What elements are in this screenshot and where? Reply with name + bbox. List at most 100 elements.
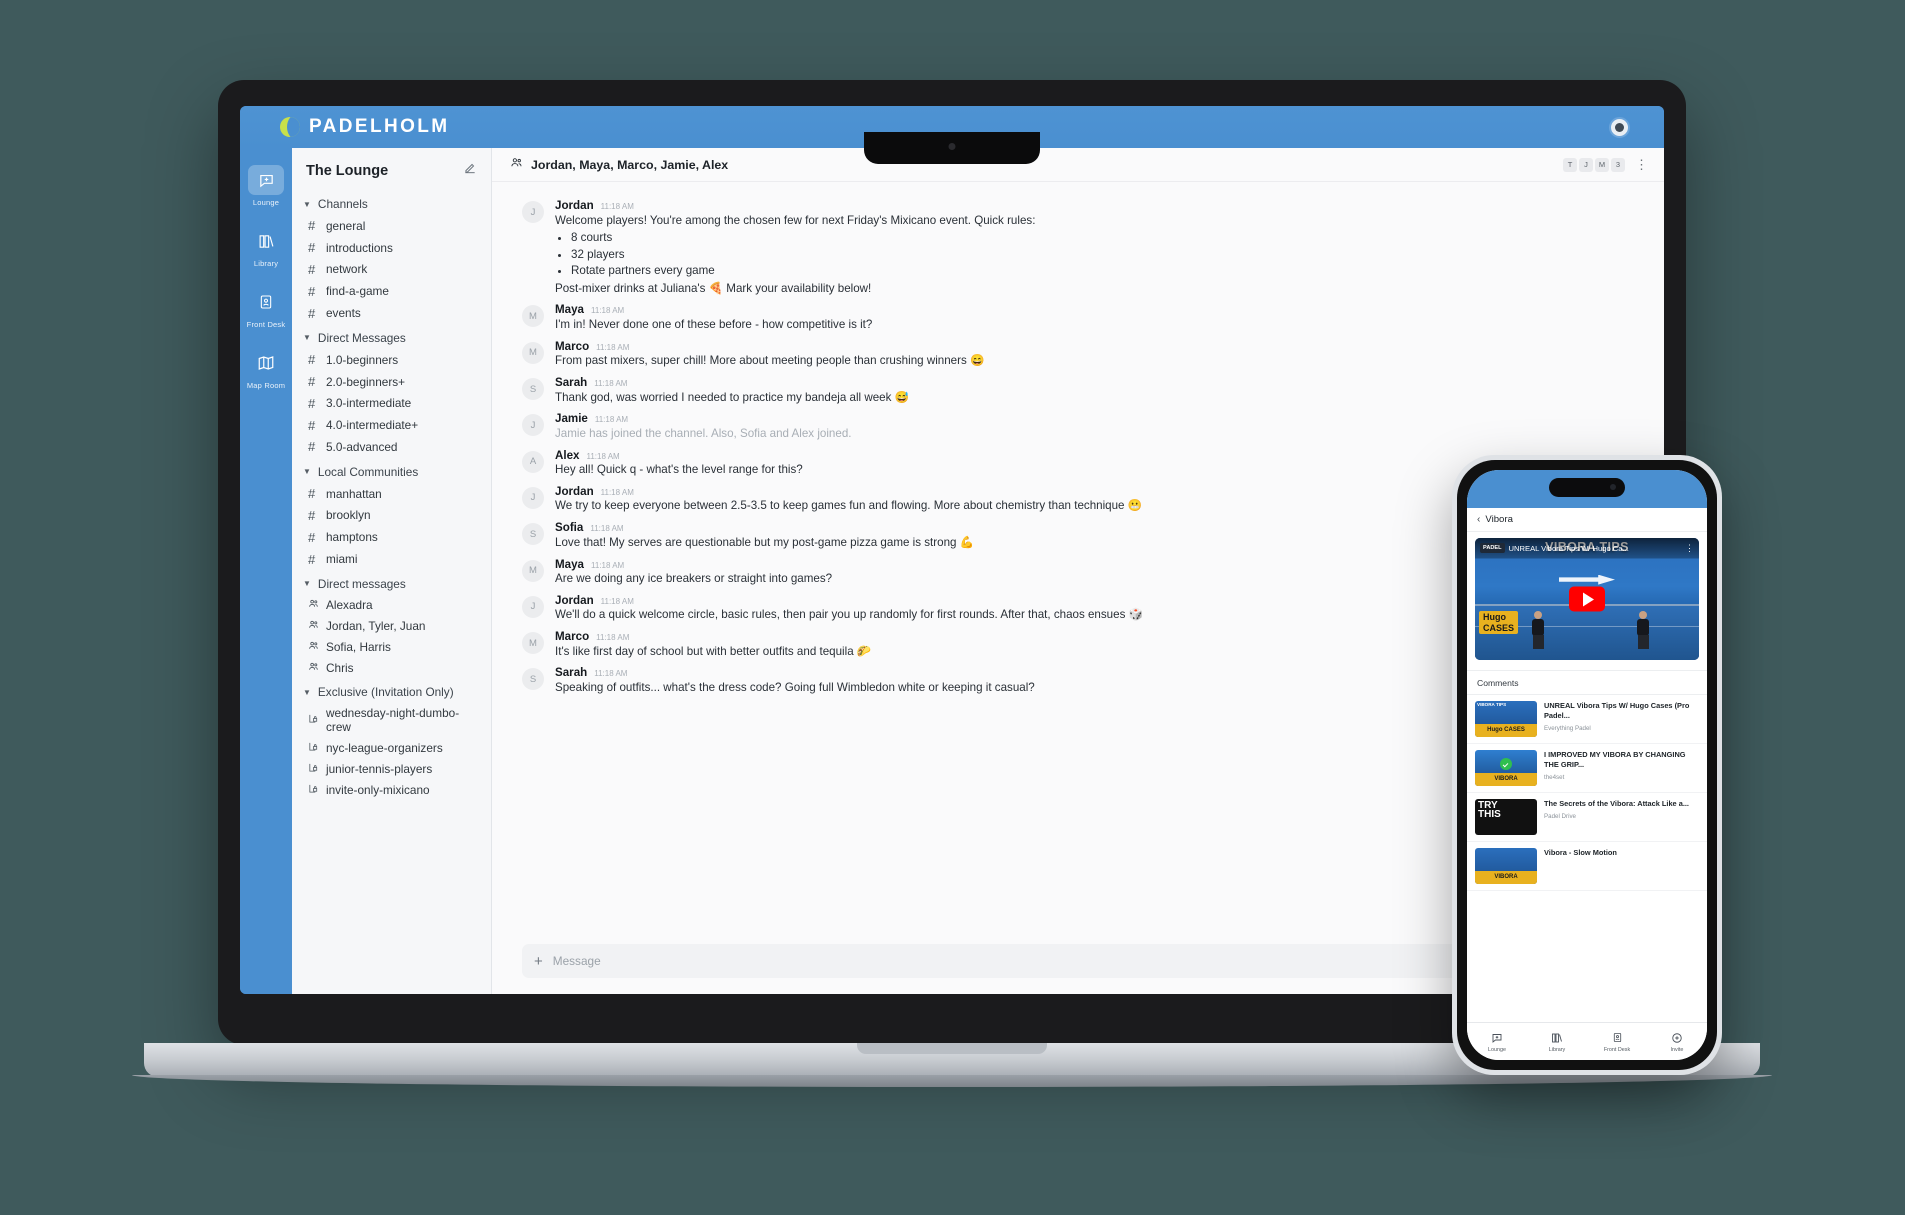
sidebar-item-3-0-intermediate[interactable]: #3.0-intermediate xyxy=(292,392,491,414)
facepile-item[interactable]: 3 xyxy=(1611,157,1625,172)
chevron-left-icon[interactable]: ‹ xyxy=(1477,514,1480,525)
sidebar-item-label: network xyxy=(326,262,368,277)
compose-icon[interactable] xyxy=(463,161,477,180)
avatar[interactable]: M xyxy=(522,341,544,364)
sidebar-item-label: invite-only-mixicano xyxy=(326,782,430,797)
sidebar-item-brooklyn[interactable]: # brooklyn xyxy=(292,505,491,527)
avatar[interactable]: S xyxy=(522,668,544,691)
message-meta: Jamie 11:18 AM xyxy=(555,412,851,425)
facepile[interactable]: TJM3 xyxy=(1563,157,1625,172)
message-text: Jamie has joined the channel. Also, Sofi… xyxy=(555,426,852,440)
message-author: Jordan xyxy=(555,484,594,498)
message-meta: Marco 11:18 AM xyxy=(555,340,984,353)
sidebar-group-header[interactable]: ▼ Channels xyxy=(292,190,491,215)
related-video-item[interactable]: TRY THIS The Secrets of the Vibora: Attack… xyxy=(1467,793,1707,842)
facepile-item[interactable]: J xyxy=(1579,157,1593,172)
sidebar-item-general[interactable]: # general xyxy=(292,215,491,237)
people-icon xyxy=(510,156,523,174)
message-meta: Jordan 11:18 AM xyxy=(555,199,1035,212)
workspace-title: The Lounge xyxy=(306,162,389,179)
thumbnail-band: VIBORA xyxy=(1475,871,1537,884)
hash-icon: # xyxy=(308,305,316,321)
sidebar-item-label: events xyxy=(326,306,361,321)
avatar[interactable]: S xyxy=(522,523,544,546)
tab-lounge[interactable]: Lounge xyxy=(1467,1030,1527,1053)
message-meta: Maya 11:18 AM xyxy=(555,558,832,571)
sidebar-item-introductions[interactable]: # introductions xyxy=(292,237,491,259)
message-bullets: 8 courts32 playersRotate partners every … xyxy=(555,230,1035,279)
sidebar-item-label: Sofia, Harris xyxy=(326,639,391,654)
avatar[interactable]: M xyxy=(522,559,544,582)
sidebar-item-wednesday-night-dumbo-crew[interactable]: wednesday-night-dumbo-crew xyxy=(292,703,491,738)
sidebar-group-header[interactable]: ▼ Local Communities xyxy=(292,458,491,483)
sidebar-item-chris[interactable]: Chris xyxy=(292,657,491,678)
rail-item-library[interactable]: Library xyxy=(240,221,292,272)
tab-invite[interactable]: Invite xyxy=(1647,1030,1707,1053)
sidebar-item-manhattan[interactable]: # manhattan xyxy=(292,483,491,505)
sidebar-group-label: Exclusive (Invitation Only) xyxy=(317,685,454,700)
message-author: Jamie xyxy=(555,412,588,426)
video-thumbnail: VIBORA xyxy=(1475,750,1537,786)
sidebar-item-4-0-intermediate[interactable]: #4.0-intermediate+ xyxy=(292,414,491,436)
sidebar-item-invite-only-mixicano[interactable]: invite-only-mixicano xyxy=(292,779,491,800)
message-author: Marco xyxy=(555,339,590,353)
kebab-menu-icon[interactable]: ⋮ xyxy=(1685,543,1694,553)
avatar[interactable]: A xyxy=(522,450,544,473)
avatar[interactable]: J xyxy=(522,414,544,437)
related-video-item[interactable]: VIBORA I IMPROVED MY VIBORA BY CHANGING T… xyxy=(1467,744,1707,793)
avatar[interactable]: M xyxy=(522,632,544,655)
related-video-item[interactable]: VIBORA TIPS Hugo CASES UNREAL Vibora Tips … xyxy=(1467,695,1707,744)
sidebar-item-1-0-beginners[interactable]: #1.0-beginners xyxy=(292,349,491,371)
message-timestamp: 11:18 AM xyxy=(586,451,620,461)
sidebar-item-find-a-game[interactable]: # find-a-game xyxy=(292,280,491,302)
phone-status-bar xyxy=(1467,470,1707,508)
message-timestamp: 11:18 AM xyxy=(600,487,634,497)
avatar[interactable]: J xyxy=(522,201,544,223)
video-player[interactable]: VIBORA TIPS Hugo CASES PADEL UNREAL Vibo… xyxy=(1475,538,1699,660)
rail-item-map-room[interactable]: Map Room xyxy=(240,343,292,394)
message-meta: Sarah 11:18 AM xyxy=(555,666,1035,679)
avatar[interactable]: J xyxy=(522,486,544,509)
avatar[interactable] xyxy=(1609,117,1630,138)
sidebar-item-5-0-advanced[interactable]: #5.0-advanced xyxy=(292,436,491,458)
sidebar-group-header[interactable]: ▼ Direct messages xyxy=(292,570,491,595)
sidebar-group-header[interactable]: ▼ Direct Messages xyxy=(292,324,491,349)
sidebar-item-events[interactable]: # events xyxy=(292,302,491,324)
tab-library[interactable]: Library xyxy=(1527,1030,1587,1053)
tab-front-desk[interactable]: Front Desk xyxy=(1587,1030,1647,1053)
avatar[interactable]: M xyxy=(522,305,544,328)
youtube-play-icon[interactable] xyxy=(1569,586,1605,612)
comments-section-label[interactable]: Comments xyxy=(1467,670,1707,695)
message-timestamp: 11:18 AM xyxy=(596,633,630,643)
facepile-item[interactable]: M xyxy=(1595,157,1609,172)
message-body: Jordan 11:18 AM We'll do a quick welcome c… xyxy=(555,594,1143,624)
video-badge-line2: CASES xyxy=(1483,622,1515,633)
rail-item-lounge[interactable]: Lounge xyxy=(240,160,292,211)
rail-item-front-desk[interactable]: Front Desk xyxy=(240,282,292,333)
sidebar-item-junior-tennis-players[interactable]: junior-tennis-players xyxy=(292,759,491,780)
plus-icon[interactable]: + xyxy=(534,954,543,969)
sidebar-item-nyc-league-organizers[interactable]: nyc-league-organizers xyxy=(292,738,491,759)
related-video-channel: Padel Drive xyxy=(1544,812,1576,820)
sidebar-item-jordan-tyler-juan[interactable]: Jordan, Tyler, Juan xyxy=(292,616,491,637)
sidebar-item-alexadra[interactable]: Alexadra xyxy=(292,595,491,616)
sidebar-item-hamptons[interactable]: # hamptons xyxy=(292,526,491,548)
sidebar-item-network[interactable]: # network xyxy=(292,259,491,281)
facepile-item[interactable]: T xyxy=(1563,157,1577,172)
rail-item-label: Map Room xyxy=(246,381,286,390)
chat-plus-icon xyxy=(1467,1030,1527,1046)
message-text: I'm in! Never done one of these before -… xyxy=(555,317,873,331)
chevron-down-icon: ▼ xyxy=(303,333,311,343)
sidebar-item-2-0-beginners[interactable]: #2.0-beginners+ xyxy=(292,371,491,393)
avatar[interactable]: S xyxy=(522,378,544,401)
kebab-menu-icon[interactable]: ⋮ xyxy=(1635,158,1648,171)
sidebar-item-sofia-harris[interactable]: Sofia, Harris xyxy=(292,637,491,658)
sidebar-group-header[interactable]: ▼ Exclusive (Invitation Only) xyxy=(292,678,491,703)
related-video-item[interactable]: VIBORA Vibora - Slow Motion xyxy=(1467,842,1707,891)
related-video-channel: the4set xyxy=(1544,773,1565,781)
related-video-list: VIBORA TIPS Hugo CASES UNREAL Vibora Tips … xyxy=(1467,695,1707,1022)
chat-header: Jordan, Maya, Marco, Jamie, Alex TJM3 ⋮ xyxy=(492,148,1664,182)
brand-logo[interactable]: PADELHOLM xyxy=(280,116,450,138)
sidebar-item-miami[interactable]: # miami xyxy=(292,548,491,570)
avatar[interactable]: J xyxy=(522,595,544,618)
